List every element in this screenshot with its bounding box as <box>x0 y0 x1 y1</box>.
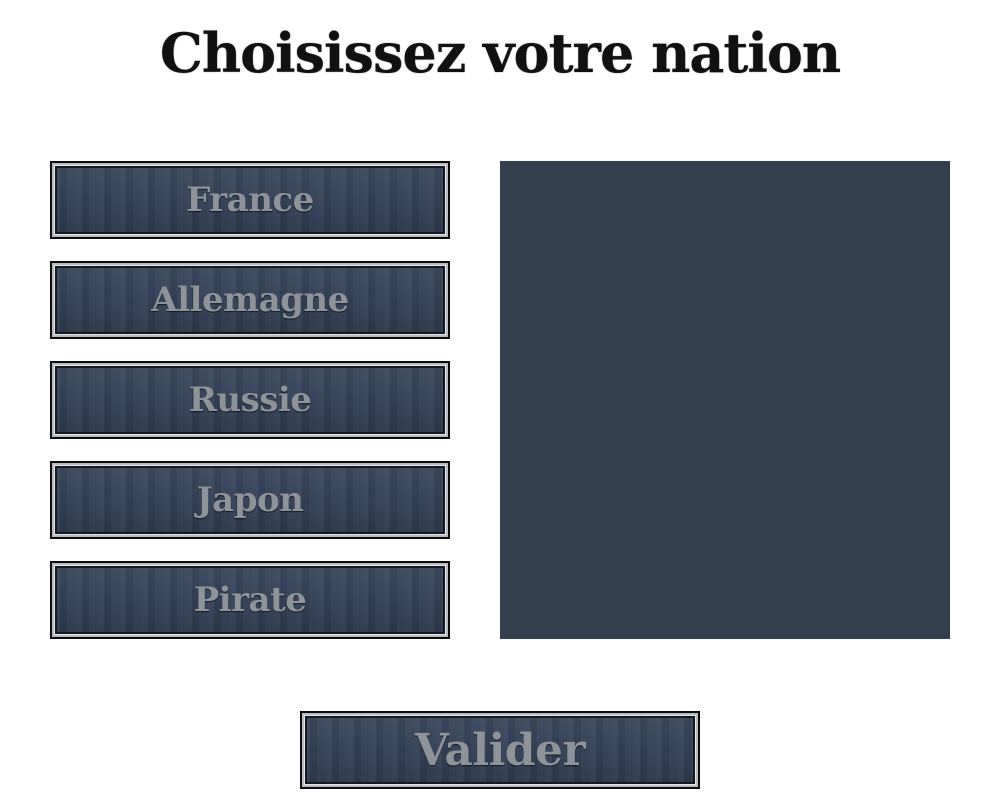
nation-button-france-face: France <box>52 163 448 237</box>
nation-select-screen: Choisissez votre nation France Allemagne… <box>0 0 1000 800</box>
validate-button[interactable]: Valider <box>300 711 700 789</box>
nation-button-label: France <box>186 180 314 220</box>
nation-button-pirate[interactable]: Pirate <box>50 561 450 639</box>
nation-button-label: Japon <box>196 480 304 520</box>
nation-button-allemagne-face: Allemagne <box>52 263 448 337</box>
nation-button-label: Allemagne <box>151 280 349 320</box>
nation-button-label: Russie <box>188 380 312 420</box>
page-title: Choisissez votre nation <box>159 21 841 85</box>
nation-preview-panel <box>500 161 950 639</box>
validate-button-label: Valider <box>414 724 586 776</box>
nation-button-allemagne[interactable]: Allemagne <box>50 261 450 339</box>
nation-button-japon[interactable]: Japon <box>50 461 450 539</box>
nation-button-russie-face: Russie <box>52 363 448 437</box>
nation-button-japon-face: Japon <box>52 463 448 537</box>
nation-button-france[interactable]: France <box>50 161 450 239</box>
nation-button-label: Pirate <box>193 580 307 620</box>
nation-button-russie[interactable]: Russie <box>50 361 450 439</box>
validate-button-face: Valider <box>302 713 698 787</box>
nation-button-pirate-face: Pirate <box>52 563 448 637</box>
